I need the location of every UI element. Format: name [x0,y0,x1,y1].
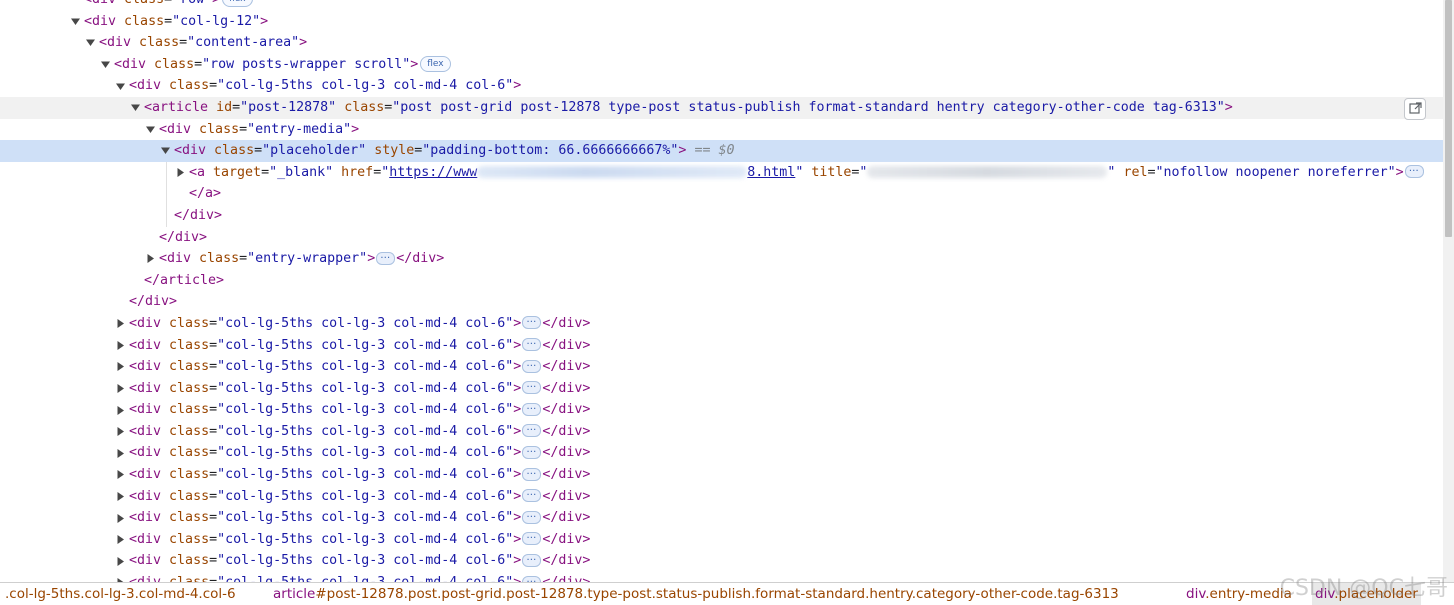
expanded-triangle-icon[interactable] [145,119,155,141]
dom-node-row[interactable]: <div class="col-lg-5ths col-lg-3 col-md-… [0,550,1443,572]
breadcrumb-bar: .col-lg-5ths.col-lg-3.col-md-4.col-6 arti… [0,582,1454,605]
dom-node-markup: <div class="col-lg-5ths col-lg-3 col-md-… [129,530,591,547]
dom-node-row[interactable]: <div class="col-lg-5ths col-lg-3 col-md-… [0,378,1443,400]
dom-node-row[interactable]: <div class="col-lg-5ths col-lg-3 col-md-… [0,356,1443,378]
expanded-triangle-icon[interactable] [130,97,140,119]
dom-node-markup: </article> [144,272,225,288]
collapsed-triangle-icon[interactable] [115,464,125,486]
dom-node-markup: <div class="row">flex [84,0,255,11]
dom-node-markup: <div class="content-area"> [99,35,308,51]
dom-node-markup: <div class="col-lg-5ths col-lg-3 col-md-… [129,336,591,353]
collapsed-triangle-icon[interactable] [115,399,125,421]
collapsed-triangle-icon[interactable] [115,335,125,357]
dom-node-row[interactable]: <div class="col-lg-12"> [0,11,1443,33]
dom-node-row[interactable]: </a> [0,183,1443,205]
breadcrumb-item[interactable]: article#post-12878.post.post-grid.post-1… [270,583,1122,605]
dom-node-markup: </div> [174,207,223,223]
dom-node-markup: <div class="placeholder" style="padding-… [174,143,735,159]
dom-node-row[interactable]: </div> [0,205,1443,227]
dom-node-row[interactable]: <a target="_blank" href="https://www 8.ht… [0,162,1443,184]
dom-node-markup: <div class="col-lg-5ths col-lg-3 col-md-… [129,379,591,396]
dom-node-row[interactable]: <div class="col-lg-5ths col-lg-3 col-md-… [0,75,1443,97]
breadcrumb-tag: article [273,586,316,602]
dom-node-row[interactable]: <div class="entry-media"> [0,119,1443,141]
dom-node-row[interactable]: <div class="content-area"> [0,32,1443,54]
dom-node-row[interactable]: <div class="col-lg-5ths col-lg-3 col-md-… [0,486,1443,508]
indent-guide [166,161,167,227]
dom-node-markup: <div class="row posts-wrapper scroll"> fl… [114,54,453,76]
dom-node-markup: <div class="col-lg-5ths col-lg-3 col-md-… [129,551,591,569]
expanded-triangle-icon[interactable] [115,75,125,97]
dom-node-markup: <div class="col-lg-5ths col-lg-3 col-md-… [129,400,591,418]
dom-node-markup: </div> [159,229,208,245]
dom-node-row[interactable]: <div class="col-lg-5ths col-lg-3 col-md-… [0,464,1443,486]
dom-node-markup: <article id="post-12878" class="post pos… [144,99,1233,115]
breadcrumb-selector: #post-12878.post.post-grid.post-12878.ty… [315,586,1119,602]
breadcrumb-tag: div [1186,586,1206,602]
collapsed-triangle-icon[interactable] [115,356,125,378]
dom-node-markup: <a target="_blank" href="https://www 8.ht… [189,162,1425,184]
dom-node-markup: <div class="col-lg-12"> [84,13,269,29]
dom-node-row[interactable]: <div class="row">flex [0,0,1443,11]
vertical-scrollbar[interactable] [1443,0,1454,583]
breadcrumb-item[interactable]: div.entry-media [1183,583,1295,605]
dom-node-row[interactable]: </div> [0,291,1443,313]
dom-node-markup: <div class="col-lg-5ths col-lg-3 col-md-… [129,443,591,461]
dom-node-row[interactable]: <div class="col-lg-5ths col-lg-3 col-md-… [0,507,1443,529]
collapsed-triangle-icon[interactable] [115,378,125,400]
dom-node-row[interactable]: <div class="col-lg-5ths col-lg-3 col-md-… [0,442,1443,464]
dom-node-markup: <div class="col-lg-5ths col-lg-3 col-md-… [129,314,591,331]
expanded-triangle-icon[interactable] [100,54,110,76]
dom-node-markup: <div class="entry-wrapper">… </div> [159,249,445,267]
breadcrumb-selector: .col-lg-5ths.col-lg-3.col-md-4.col-6 [5,586,236,602]
dom-node-markup: <div class="col-lg-5ths col-lg-3 col-md-… [129,422,591,439]
dom-node-row[interactable]: <div class="col-lg-5ths col-lg-3 col-md-… [0,313,1443,335]
dom-node-markup: <div class="col-lg-5ths col-lg-3 col-md-… [129,357,591,375]
scrollbar-thumb[interactable] [1445,0,1452,237]
dom-node-markup: </a> [189,186,222,202]
dom-node-row[interactable]: <div class="col-lg-5ths col-lg-3 col-md-… [0,399,1443,421]
collapsed-triangle-icon[interactable] [115,442,125,464]
edit-as-html-icon[interactable] [1404,97,1426,120]
dom-node-markup: </div> [129,294,178,310]
dom-node-row[interactable]: <div class="placeholder" style="padding-… [0,140,1443,162]
dom-node-row[interactable]: <div class="row posts-wrapper scroll"> fl… [0,54,1443,76]
dom-node-markup: <div class="col-lg-5ths col-lg-3 col-md-… [129,487,591,504]
dom-node-row[interactable]: </div> [0,227,1443,249]
dom-node-row[interactable]: <div class="col-lg-5ths col-lg-3 col-md-… [0,335,1443,357]
collapsed-triangle-icon[interactable] [115,507,125,529]
collapsed-triangle-icon[interactable] [175,162,185,184]
collapsed-triangle-icon[interactable] [145,248,155,270]
collapsed-triangle-icon[interactable] [115,313,125,335]
dom-node-row[interactable]: <div class="col-lg-5ths col-lg-3 col-md-… [0,421,1443,443]
watermark: CSDN @QC七哥 [1279,576,1448,601]
expanded-triangle-icon[interactable] [70,11,80,33]
elements-tree: <div class="row">flex <div class="col-lg-… [0,0,1443,594]
expanded-triangle-icon[interactable] [160,140,170,162]
dom-node-markup: <div class="col-lg-5ths col-lg-3 col-md-… [129,508,591,526]
collapsed-triangle-icon[interactable] [115,421,125,443]
dom-node-markup: <div class="col-lg-5ths col-lg-3 col-md-… [129,465,591,483]
collapsed-triangle-icon[interactable] [115,550,125,572]
dom-node-row[interactable]: </article> [0,270,1443,292]
collapsed-triangle-icon[interactable] [115,486,125,508]
dom-node-row[interactable]: <div class="entry-wrapper">… </div> [0,248,1443,270]
dom-node-row[interactable]: <div class="col-lg-5ths col-lg-3 col-md-… [0,529,1443,551]
collapsed-triangle-icon[interactable] [115,529,125,551]
dom-node-row[interactable]: <article id="post-12878" class="post pos… [0,96,1443,120]
dom-node-markup: <div class="entry-media"> [159,121,360,137]
breadcrumb-item[interactable]: .col-lg-5ths.col-lg-3.col-md-4.col-6 [2,583,239,605]
expanded-triangle-icon[interactable] [85,32,95,54]
dom-node-markup: <div class="col-lg-5ths col-lg-3 col-md-… [129,78,522,94]
